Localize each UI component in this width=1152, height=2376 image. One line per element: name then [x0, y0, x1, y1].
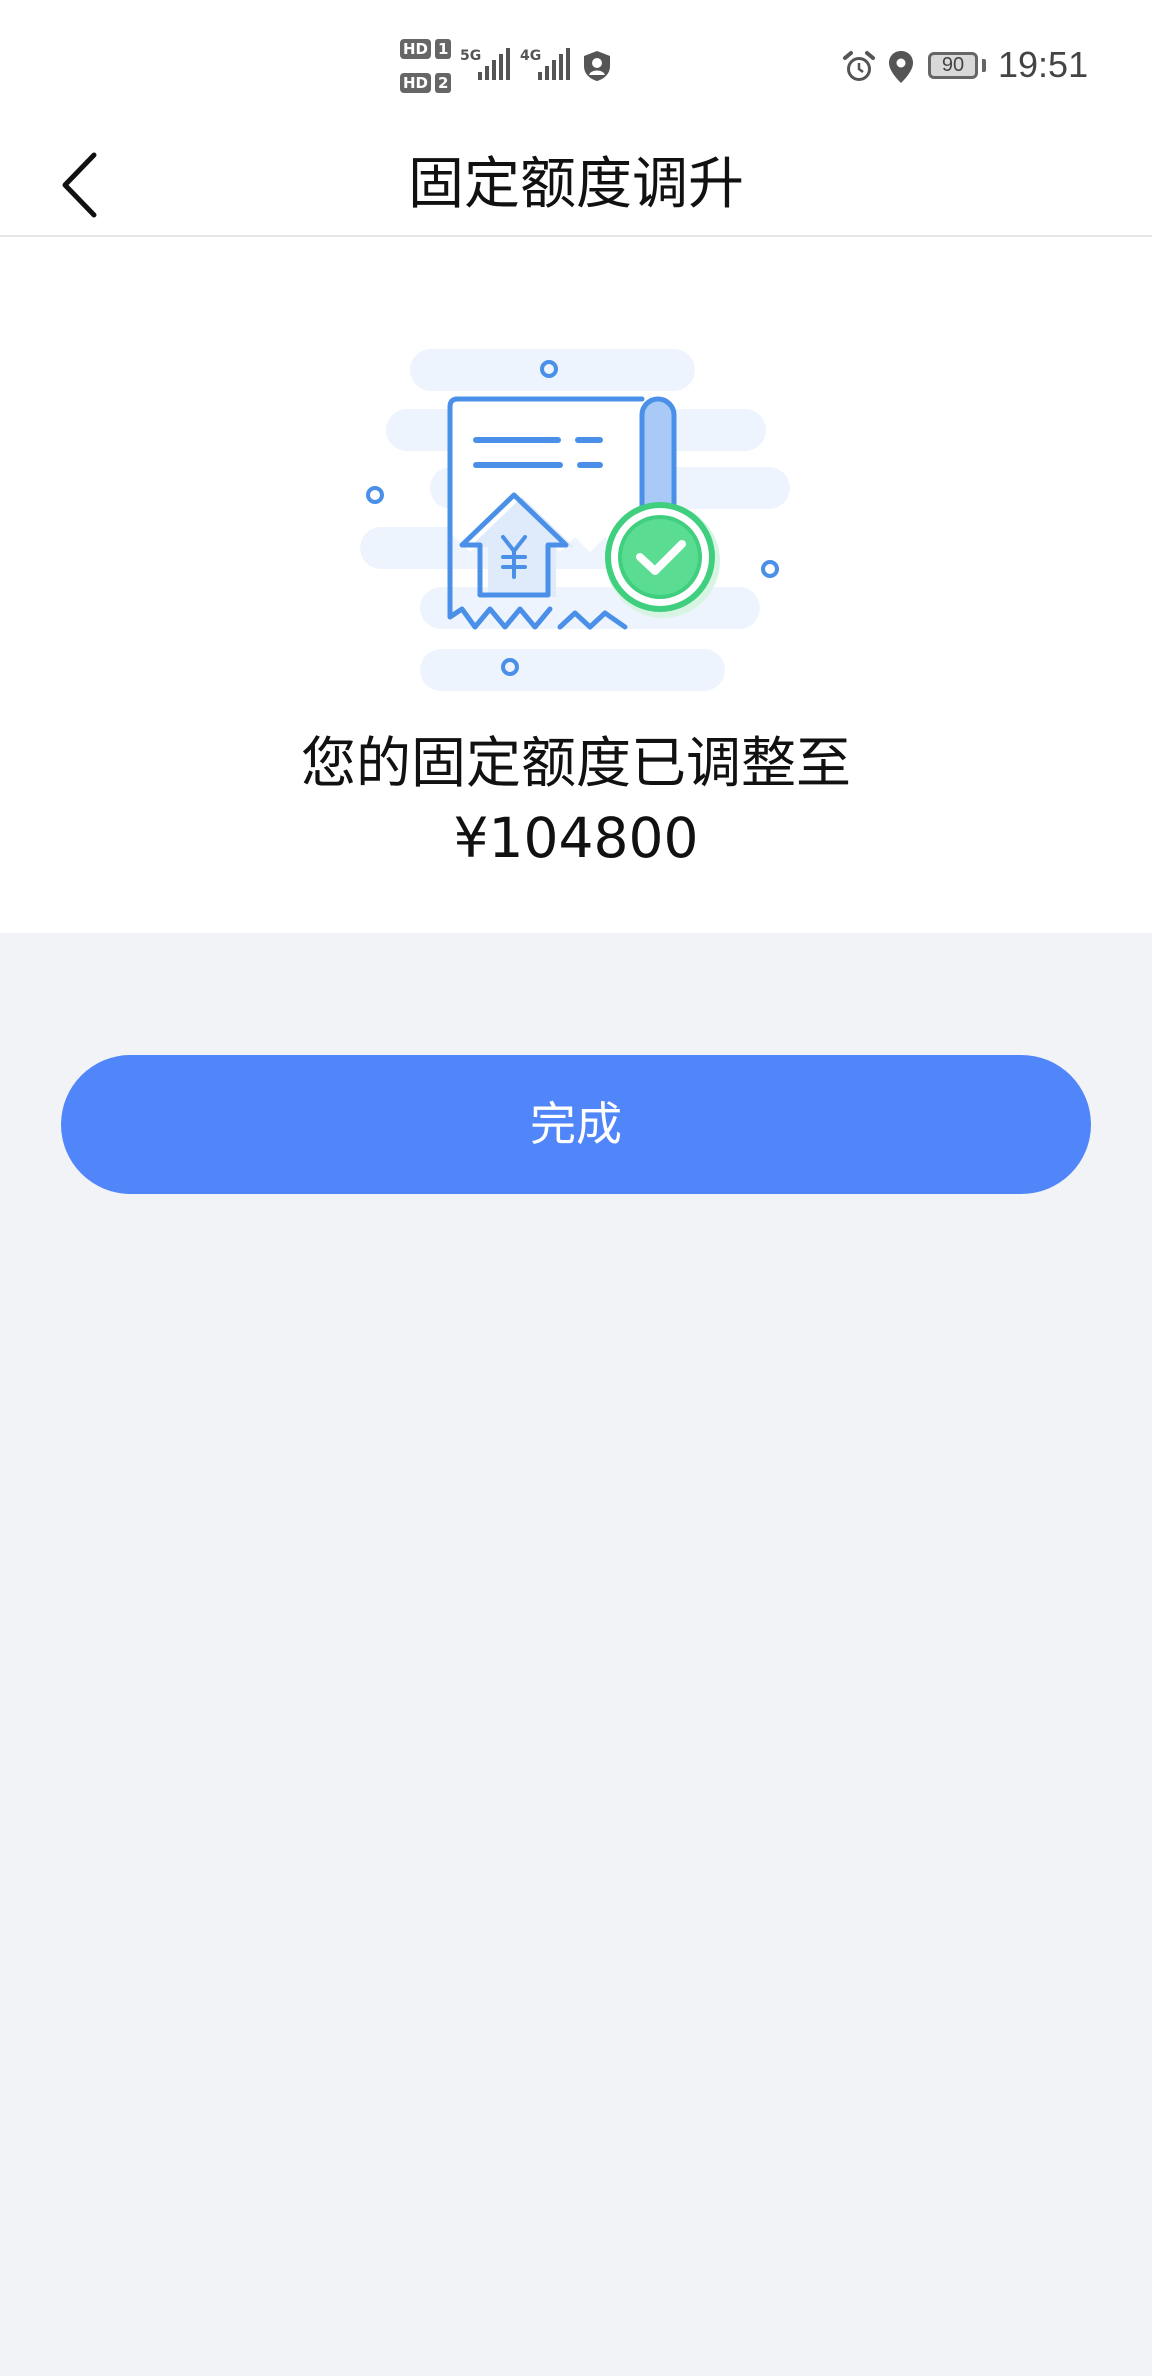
done-button[interactable]: 完成 [61, 1055, 1091, 1194]
sim-number: 1 [435, 39, 452, 59]
alarm-clock-icon [843, 51, 875, 81]
hd-badge-sim1: HD 1 [400, 38, 452, 60]
signal-icon-sim1 [478, 48, 510, 80]
signal-icon-sim2 [538, 48, 570, 80]
nav-bar: 固定额度调升 [0, 132, 1152, 237]
clock-time: 19:51 [998, 44, 1089, 85]
page-title: 固定额度调升 [408, 152, 744, 217]
battery-tip [982, 59, 986, 72]
hd-label: HD [400, 73, 432, 93]
new-limit-amount: ¥104800 [453, 806, 699, 870]
back-button[interactable] [40, 140, 120, 230]
privacy-shield-icon [584, 51, 610, 81]
credit-limit-increase-illustration [360, 349, 790, 691]
hd-label: HD [400, 39, 432, 59]
result-message: 您的固定额度已调整至 [300, 731, 851, 795]
status-bar: HD 1 HD 2 5G 4G 90 19:51 [0, 0, 1152, 132]
chevron-left-icon [62, 152, 97, 218]
battery-indicator: 90 [928, 52, 978, 79]
result-card: 您的固定额度已调整至 ¥104800 [0, 237, 1152, 933]
location-pin-icon [889, 51, 913, 83]
hd-badge-sim2: HD 2 [400, 72, 452, 94]
sim-number: 2 [435, 73, 452, 93]
